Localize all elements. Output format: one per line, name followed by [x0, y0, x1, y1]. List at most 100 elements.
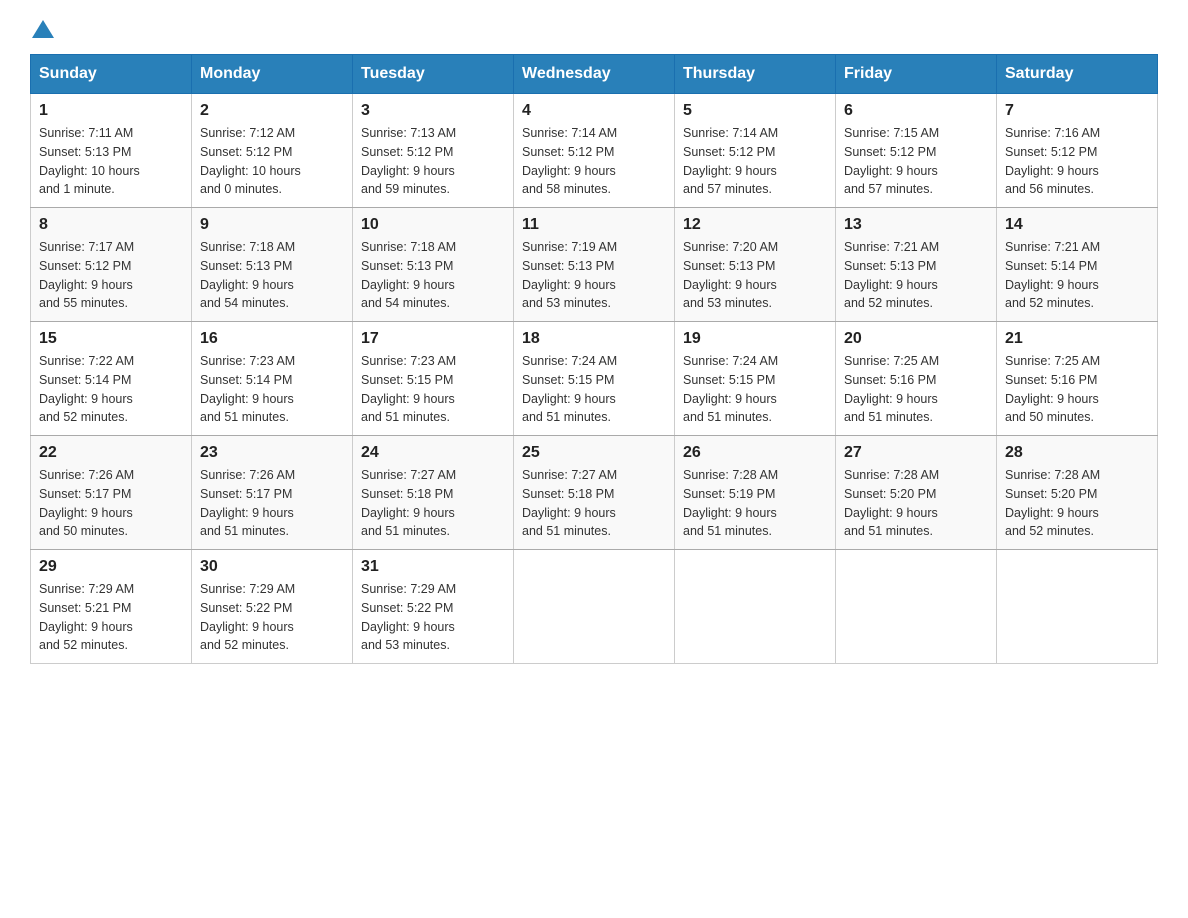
calendar-cell: 5 Sunrise: 7:14 AMSunset: 5:12 PMDayligh…: [675, 94, 836, 208]
day-number: 29: [39, 558, 183, 576]
day-info: Sunrise: 7:25 AMSunset: 5:16 PMDaylight:…: [844, 352, 988, 427]
calendar-cell: 16 Sunrise: 7:23 AMSunset: 5:14 PMDaylig…: [192, 322, 353, 436]
calendar-day-header: Monday: [192, 55, 353, 94]
page-header: [30, 20, 1158, 34]
calendar-cell: 26 Sunrise: 7:28 AMSunset: 5:19 PMDaylig…: [675, 436, 836, 550]
calendar-cell: 8 Sunrise: 7:17 AMSunset: 5:12 PMDayligh…: [31, 208, 192, 322]
calendar-cell: 3 Sunrise: 7:13 AMSunset: 5:12 PMDayligh…: [353, 94, 514, 208]
day-info: Sunrise: 7:21 AMSunset: 5:13 PMDaylight:…: [844, 238, 988, 313]
calendar-header-row: SundayMondayTuesdayWednesdayThursdayFrid…: [31, 55, 1158, 94]
day-number: 11: [522, 216, 666, 234]
calendar-cell: 24 Sunrise: 7:27 AMSunset: 5:18 PMDaylig…: [353, 436, 514, 550]
calendar-cell: 9 Sunrise: 7:18 AMSunset: 5:13 PMDayligh…: [192, 208, 353, 322]
calendar-cell: 22 Sunrise: 7:26 AMSunset: 5:17 PMDaylig…: [31, 436, 192, 550]
calendar-cell: 11 Sunrise: 7:19 AMSunset: 5:13 PMDaylig…: [514, 208, 675, 322]
calendar-cell: 13 Sunrise: 7:21 AMSunset: 5:13 PMDaylig…: [836, 208, 997, 322]
calendar-cell: 10 Sunrise: 7:18 AMSunset: 5:13 PMDaylig…: [353, 208, 514, 322]
day-info: Sunrise: 7:20 AMSunset: 5:13 PMDaylight:…: [683, 238, 827, 313]
calendar-week-row: 8 Sunrise: 7:17 AMSunset: 5:12 PMDayligh…: [31, 208, 1158, 322]
calendar-week-row: 29 Sunrise: 7:29 AMSunset: 5:21 PMDaylig…: [31, 550, 1158, 664]
day-info: Sunrise: 7:19 AMSunset: 5:13 PMDaylight:…: [522, 238, 666, 313]
calendar-cell: 15 Sunrise: 7:22 AMSunset: 5:14 PMDaylig…: [31, 322, 192, 436]
day-number: 21: [1005, 330, 1149, 348]
day-number: 20: [844, 330, 988, 348]
day-info: Sunrise: 7:11 AMSunset: 5:13 PMDaylight:…: [39, 124, 183, 199]
day-number: 13: [844, 216, 988, 234]
day-info: Sunrise: 7:18 AMSunset: 5:13 PMDaylight:…: [361, 238, 505, 313]
day-info: Sunrise: 7:25 AMSunset: 5:16 PMDaylight:…: [1005, 352, 1149, 427]
day-number: 18: [522, 330, 666, 348]
day-info: Sunrise: 7:13 AMSunset: 5:12 PMDaylight:…: [361, 124, 505, 199]
calendar-cell: [514, 550, 675, 664]
calendar-cell: 21 Sunrise: 7:25 AMSunset: 5:16 PMDaylig…: [997, 322, 1158, 436]
day-number: 7: [1005, 102, 1149, 120]
day-info: Sunrise: 7:17 AMSunset: 5:12 PMDaylight:…: [39, 238, 183, 313]
calendar-cell: 1 Sunrise: 7:11 AMSunset: 5:13 PMDayligh…: [31, 94, 192, 208]
day-info: Sunrise: 7:23 AMSunset: 5:14 PMDaylight:…: [200, 352, 344, 427]
calendar-day-header: Thursday: [675, 55, 836, 94]
day-number: 19: [683, 330, 827, 348]
day-info: Sunrise: 7:29 AMSunset: 5:21 PMDaylight:…: [39, 580, 183, 655]
day-number: 9: [200, 216, 344, 234]
day-number: 25: [522, 444, 666, 462]
day-info: Sunrise: 7:28 AMSunset: 5:20 PMDaylight:…: [1005, 466, 1149, 541]
day-number: 23: [200, 444, 344, 462]
calendar-cell: [675, 550, 836, 664]
day-info: Sunrise: 7:26 AMSunset: 5:17 PMDaylight:…: [39, 466, 183, 541]
day-info: Sunrise: 7:24 AMSunset: 5:15 PMDaylight:…: [522, 352, 666, 427]
day-number: 26: [683, 444, 827, 462]
calendar-week-row: 1 Sunrise: 7:11 AMSunset: 5:13 PMDayligh…: [31, 94, 1158, 208]
day-number: 2: [200, 102, 344, 120]
calendar-cell: 20 Sunrise: 7:25 AMSunset: 5:16 PMDaylig…: [836, 322, 997, 436]
day-number: 10: [361, 216, 505, 234]
day-info: Sunrise: 7:21 AMSunset: 5:14 PMDaylight:…: [1005, 238, 1149, 313]
day-info: Sunrise: 7:29 AMSunset: 5:22 PMDaylight:…: [361, 580, 505, 655]
day-info: Sunrise: 7:29 AMSunset: 5:22 PMDaylight:…: [200, 580, 344, 655]
day-number: 15: [39, 330, 183, 348]
calendar-cell: [997, 550, 1158, 664]
calendar-day-header: Friday: [836, 55, 997, 94]
day-info: Sunrise: 7:24 AMSunset: 5:15 PMDaylight:…: [683, 352, 827, 427]
calendar-day-header: Sunday: [31, 55, 192, 94]
calendar-day-header: Wednesday: [514, 55, 675, 94]
calendar-cell: 12 Sunrise: 7:20 AMSunset: 5:13 PMDaylig…: [675, 208, 836, 322]
day-info: Sunrise: 7:16 AMSunset: 5:12 PMDaylight:…: [1005, 124, 1149, 199]
day-info: Sunrise: 7:22 AMSunset: 5:14 PMDaylight:…: [39, 352, 183, 427]
day-number: 16: [200, 330, 344, 348]
day-info: Sunrise: 7:27 AMSunset: 5:18 PMDaylight:…: [361, 466, 505, 541]
day-number: 24: [361, 444, 505, 462]
logo-triangle-icon: [32, 18, 54, 40]
day-number: 8: [39, 216, 183, 234]
calendar-cell: 19 Sunrise: 7:24 AMSunset: 5:15 PMDaylig…: [675, 322, 836, 436]
day-number: 12: [683, 216, 827, 234]
calendar-week-row: 15 Sunrise: 7:22 AMSunset: 5:14 PMDaylig…: [31, 322, 1158, 436]
calendar-cell: 14 Sunrise: 7:21 AMSunset: 5:14 PMDaylig…: [997, 208, 1158, 322]
day-number: 1: [39, 102, 183, 120]
calendar-cell: 18 Sunrise: 7:24 AMSunset: 5:15 PMDaylig…: [514, 322, 675, 436]
calendar-cell: 30 Sunrise: 7:29 AMSunset: 5:22 PMDaylig…: [192, 550, 353, 664]
day-number: 3: [361, 102, 505, 120]
calendar-cell: 25 Sunrise: 7:27 AMSunset: 5:18 PMDaylig…: [514, 436, 675, 550]
day-info: Sunrise: 7:28 AMSunset: 5:19 PMDaylight:…: [683, 466, 827, 541]
calendar-table: SundayMondayTuesdayWednesdayThursdayFrid…: [30, 54, 1158, 664]
calendar-week-row: 22 Sunrise: 7:26 AMSunset: 5:17 PMDaylig…: [31, 436, 1158, 550]
calendar-cell: 17 Sunrise: 7:23 AMSunset: 5:15 PMDaylig…: [353, 322, 514, 436]
calendar-cell: 6 Sunrise: 7:15 AMSunset: 5:12 PMDayligh…: [836, 94, 997, 208]
day-info: Sunrise: 7:14 AMSunset: 5:12 PMDaylight:…: [683, 124, 827, 199]
day-info: Sunrise: 7:12 AMSunset: 5:12 PMDaylight:…: [200, 124, 344, 199]
calendar-cell: 23 Sunrise: 7:26 AMSunset: 5:17 PMDaylig…: [192, 436, 353, 550]
day-info: Sunrise: 7:15 AMSunset: 5:12 PMDaylight:…: [844, 124, 988, 199]
day-number: 6: [844, 102, 988, 120]
calendar-cell: 31 Sunrise: 7:29 AMSunset: 5:22 PMDaylig…: [353, 550, 514, 664]
calendar-cell: 4 Sunrise: 7:14 AMSunset: 5:12 PMDayligh…: [514, 94, 675, 208]
day-info: Sunrise: 7:26 AMSunset: 5:17 PMDaylight:…: [200, 466, 344, 541]
calendar-cell: 28 Sunrise: 7:28 AMSunset: 5:20 PMDaylig…: [997, 436, 1158, 550]
calendar-day-header: Saturday: [997, 55, 1158, 94]
day-number: 14: [1005, 216, 1149, 234]
calendar-day-header: Tuesday: [353, 55, 514, 94]
calendar-cell: 29 Sunrise: 7:29 AMSunset: 5:21 PMDaylig…: [31, 550, 192, 664]
day-info: Sunrise: 7:27 AMSunset: 5:18 PMDaylight:…: [522, 466, 666, 541]
calendar-cell: 27 Sunrise: 7:28 AMSunset: 5:20 PMDaylig…: [836, 436, 997, 550]
day-number: 22: [39, 444, 183, 462]
day-number: 17: [361, 330, 505, 348]
